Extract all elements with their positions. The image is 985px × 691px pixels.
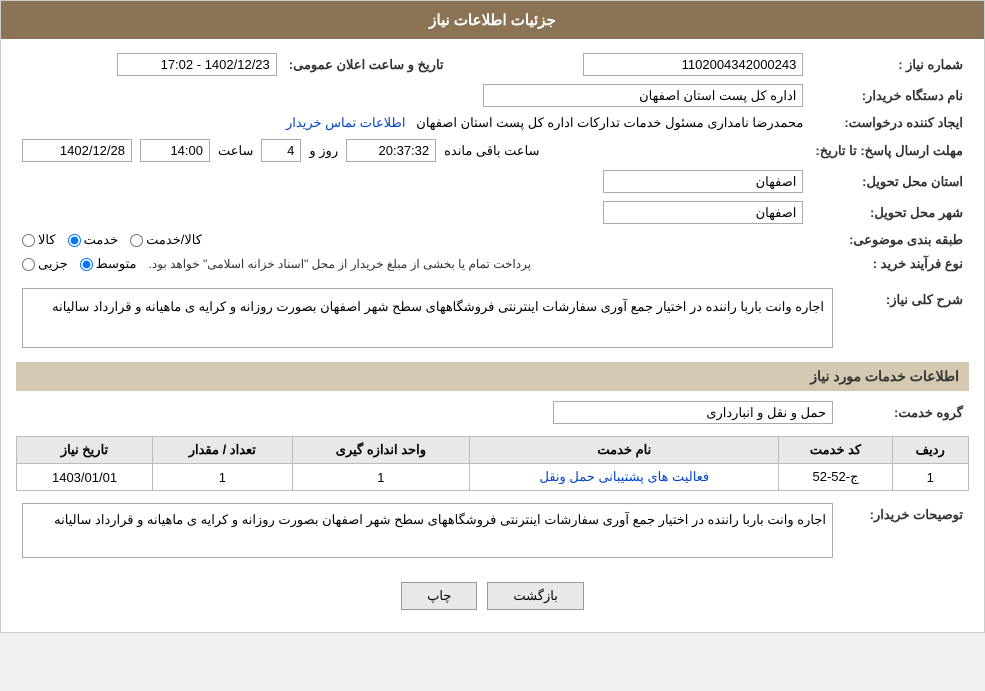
td-name[interactable]: فعالیت های پشتیبانی حمل ونقل xyxy=(470,464,779,491)
group-row: گروه خدمت: xyxy=(16,397,969,428)
saat-input[interactable] xyxy=(140,139,210,162)
content-area: شماره نیاز : تاریخ و ساعت اعلان عمومی: ن… xyxy=(1,39,984,632)
group-label: گروه خدمت: xyxy=(839,397,969,428)
footer-buttons: بازگشت چاپ xyxy=(16,570,969,622)
rooz-input[interactable] xyxy=(261,139,301,162)
radio-jozvi-label: جزیی xyxy=(38,256,68,272)
group-table: گروه خدمت: xyxy=(16,397,969,428)
sharh-table: شرح کلی نیاز: اجاره وانت باربا راننده در… xyxy=(16,284,969,352)
ostan-value xyxy=(16,166,809,197)
row-ostan-tahvil: استان محل تحویل: xyxy=(16,166,969,197)
ijad-text: محمدرضا نامداری مسئول خدمات تداركات ادار… xyxy=(416,115,803,130)
radio-motoset-input[interactable] xyxy=(80,258,93,271)
services-table-body: 1 ج-52-52 فعالیت های پشتیبانی حمل ونقل 1… xyxy=(17,464,969,491)
mohlet-value: ساعت باقی مانده روز و ساعت xyxy=(16,135,809,166)
page-wrapper: جزئیات اطلاعات نیاز شماره نیاز : تاریخ و… xyxy=(0,0,985,633)
th-radif: ردیف xyxy=(892,437,968,464)
services-table-head: ردیف کد خدمت نام خدمت واحد اندازه گیری ت… xyxy=(17,437,969,464)
td-code: ج-52-52 xyxy=(779,464,892,491)
baqi-saat-input[interactable] xyxy=(346,139,436,162)
ostan-input[interactable] xyxy=(603,170,803,193)
sharh-label: شرح کلی نیاز: xyxy=(839,284,969,352)
th-code: کد خدمت xyxy=(779,437,892,464)
shomara-value xyxy=(450,49,810,80)
row-mohlet: مهلت ارسال پاسخ: تا تاریخ: ساعت باقی مان… xyxy=(16,135,969,166)
td-tarikh: 1403/01/01 xyxy=(17,464,153,491)
group-input[interactable] xyxy=(553,401,833,424)
table-row: 1 ج-52-52 فعالیت های پشتیبانی حمل ونقل 1… xyxy=(17,464,969,491)
shahr-input[interactable] xyxy=(603,201,803,224)
row-shahr-tahvil: شهر محل تحویل: xyxy=(16,197,969,228)
row-noafrayand: نوع فرآیند خرید : پرداخت تمام یا بخشی از… xyxy=(16,252,969,276)
nam-dastgah-value xyxy=(16,80,809,111)
rooz-label: روز و xyxy=(309,143,338,159)
tabaqebandi-label: طبقه بندی موضوعی: xyxy=(809,228,969,252)
radio-kala-khadamat-input[interactable] xyxy=(130,234,143,247)
print-button[interactable]: چاپ xyxy=(401,582,477,610)
td-vahed: 1 xyxy=(292,464,470,491)
services-header-row: ردیف کد خدمت نام خدمت واحد اندازه گیری ت… xyxy=(17,437,969,464)
back-button[interactable]: بازگشت xyxy=(487,582,583,610)
shahr-label: شهر محل تحویل: xyxy=(809,197,969,228)
th-name: نام خدمت xyxy=(470,437,779,464)
radio-kala: کالا xyxy=(22,232,56,248)
sharh-content: اجاره وانت باربا راننده در اختیار جمع آو… xyxy=(16,284,839,352)
row-ijad-konande: ایجاد کننده درخواست: محمدرضا نامداری مسئ… xyxy=(16,111,969,135)
radio-khadamat-label: خدمت xyxy=(84,232,119,248)
tosifat-table: توصیحات خریدار: اجاره وانت باربا راننده … xyxy=(16,499,969,562)
row-nam-dastgah: نام دستگاه خریدار: xyxy=(16,80,969,111)
mohlet-label: مهلت ارسال پاسخ: تا تاریخ: xyxy=(809,135,969,166)
sharh-text: اجاره وانت باربا راننده در اختیار جمع آو… xyxy=(22,288,833,348)
shomara-input[interactable] xyxy=(583,53,803,76)
radio-motoset-label: متوسط xyxy=(96,256,137,272)
radio-jozvi: جزیی xyxy=(22,256,68,272)
tosifat-text: اجاره وانت باربا راننده در اختیار جمع آو… xyxy=(22,503,833,558)
noafrayand-label: نوع فرآیند خرید : xyxy=(809,252,969,276)
row-shomara-tarikh: شماره نیاز : تاریخ و ساعت اعلان عمومی: xyxy=(16,49,969,80)
tarikh-aalan-value xyxy=(16,49,283,80)
services-table: ردیف کد خدمت نام خدمت واحد اندازه گیری ت… xyxy=(16,436,969,491)
tarikh-aalan-label: تاریخ و ساعت اعلان عمومی: xyxy=(283,49,450,80)
th-vahed: واحد اندازه گیری xyxy=(292,437,470,464)
saat-label: ساعت xyxy=(218,143,253,159)
noafrayand-radio-group: پرداخت تمام یا بخشی از مبلغ خریدار از مح… xyxy=(22,256,803,272)
tosifat-label: توصیحات خریدار: xyxy=(839,499,969,562)
nam-dastgah-input[interactable] xyxy=(483,84,803,107)
radio-khadamat-input[interactable] xyxy=(68,234,81,247)
radio-kala-label: کالا xyxy=(38,232,56,248)
noafrayand-notice: پرداخت تمام یا بخشی از مبلغ خریدار از مح… xyxy=(149,257,532,271)
tarikh-aalan-input[interactable] xyxy=(117,53,277,76)
info-table: شماره نیاز : تاریخ و ساعت اعلان عمومی: ن… xyxy=(16,49,969,276)
shomara-label: شماره نیاز : xyxy=(809,49,969,80)
sharh-row: شرح کلی نیاز: اجاره وانت باربا راننده در… xyxy=(16,284,969,352)
page-title: جزئیات اطلاعات نیاز xyxy=(429,12,556,29)
row-tabaqebandi: طبقه بندی موضوعی: کالا/خدمت خدمت کالا xyxy=(16,228,969,252)
radio-jozvi-input[interactable] xyxy=(22,258,35,271)
ijad-label: ایجاد کننده درخواست: xyxy=(809,111,969,135)
radio-kala-khadamat: کالا/خدمت xyxy=(130,232,202,248)
radio-motoset: متوسط xyxy=(80,256,137,272)
tarikh-input[interactable] xyxy=(22,139,132,162)
th-tedad: تعداد / مقدار xyxy=(153,437,293,464)
tosifat-content: اجاره وانت باربا راننده در اختیار جمع آو… xyxy=(16,499,839,562)
radio-kala-khadamat-label: کالا/خدمت xyxy=(146,232,202,248)
ijad-value: محمدرضا نامداری مسئول خدمات تداركات ادار… xyxy=(16,111,809,135)
radio-kala-input[interactable] xyxy=(22,234,35,247)
noafrayand-value: پرداخت تمام یا بخشی از مبلغ خریدار از مح… xyxy=(16,252,809,276)
khadamat-section-title: اطلاعات خدمات مورد نیاز xyxy=(16,362,969,391)
shahr-value xyxy=(16,197,809,228)
radio-khadamat: خدمت xyxy=(68,232,119,248)
group-value xyxy=(16,397,839,428)
ostan-label: استان محل تحویل: xyxy=(809,166,969,197)
page-header: جزئیات اطلاعات نیاز xyxy=(1,1,984,39)
tabaqebandi-radio-group: کالا/خدمت خدمت کالا xyxy=(22,232,803,248)
baqi-saat-label: ساعت باقی مانده xyxy=(444,143,539,159)
td-radif: 1 xyxy=(892,464,968,491)
tosifat-row: توصیحات خریدار: اجاره وانت باربا راننده … xyxy=(16,499,969,562)
td-tedad: 1 xyxy=(153,464,293,491)
tamas-khardar-link[interactable]: اطلاعات تماس خریدار xyxy=(286,115,405,130)
th-tarikh: تاریخ نیاز xyxy=(17,437,153,464)
tabaqebandi-value: کالا/خدمت خدمت کالا xyxy=(16,228,809,252)
nam-dastgah-label: نام دستگاه خریدار: xyxy=(809,80,969,111)
